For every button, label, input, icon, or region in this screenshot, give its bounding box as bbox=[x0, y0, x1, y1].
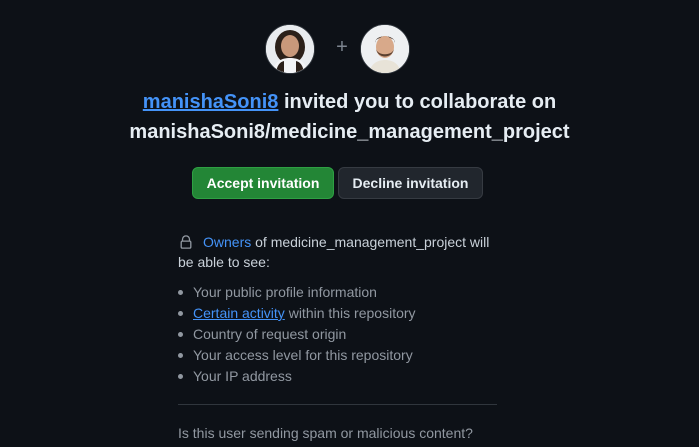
list-item: Your access level for this repository bbox=[178, 345, 498, 366]
permission-text: Your public profile information bbox=[193, 284, 377, 300]
invitee-avatar[interactable] bbox=[360, 24, 410, 74]
plus-symbol: + bbox=[336, 36, 348, 58]
avatars-row: + bbox=[0, 24, 699, 74]
certain-activity-link[interactable]: Certain activity bbox=[193, 305, 285, 321]
inviter-avatar[interactable] bbox=[265, 24, 315, 74]
inviter-avatar-image bbox=[266, 25, 314, 73]
invited-text: invited you to collaborate on bbox=[278, 91, 557, 113]
list-item: Certain activity within this repository bbox=[178, 303, 498, 324]
permission-text: within this repository bbox=[284, 305, 416, 321]
lock-icon bbox=[180, 235, 192, 249]
permissions-list: Your public profile information Certain … bbox=[178, 282, 498, 387]
invitation-headline: manishaSoni8 invited you to collaborate … bbox=[0, 87, 699, 147]
spam-report-question: Is this user sending spam or malicious c… bbox=[178, 425, 473, 441]
accept-invitation-button[interactable]: Accept invitation bbox=[192, 167, 334, 199]
inviter-link[interactable]: manishaSoni8 bbox=[143, 91, 279, 113]
owners-link[interactable]: Owners bbox=[203, 234, 251, 250]
list-item: Your public profile information bbox=[178, 282, 498, 303]
section-divider bbox=[178, 404, 497, 405]
repository-name: manishaSoni8/medicine_management_project bbox=[129, 121, 570, 143]
permission-text: Country of request origin bbox=[193, 326, 347, 342]
list-item: Your IP address bbox=[178, 366, 498, 387]
headline-line-1: manishaSoni8 invited you to collaborate … bbox=[0, 87, 699, 117]
invitee-avatar-image bbox=[361, 25, 409, 73]
list-item: Country of request origin bbox=[178, 324, 498, 345]
decline-invitation-button[interactable]: Decline invitation bbox=[338, 167, 483, 199]
visibility-notice: Owners of medicine_management_project wi… bbox=[178, 232, 498, 272]
permission-text: Your IP address bbox=[193, 368, 292, 384]
invitation-page: + manishaSoni8 invited you to collaborat… bbox=[0, 0, 699, 447]
permission-text: Your access level for this repository bbox=[193, 347, 413, 363]
